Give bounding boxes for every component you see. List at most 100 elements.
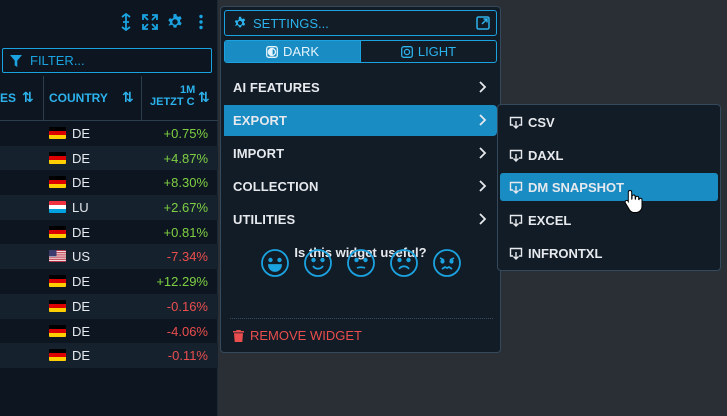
change-value: +0.75% xyxy=(163,126,208,141)
hand-cursor-icon xyxy=(624,189,643,213)
table-row[interactable]: DE +0.81% xyxy=(0,220,218,245)
more-vertical-icon[interactable] xyxy=(192,13,210,31)
export-daxl-item[interactable]: DAXL xyxy=(500,141,718,169)
export-dm-snapshot-item[interactable]: DM SNAPSHOT xyxy=(500,173,718,201)
filter-icon xyxy=(10,54,22,67)
happy-face-icon[interactable] xyxy=(303,248,333,278)
remove-widget-label: REMOVE WIDGET xyxy=(250,328,362,343)
neutral-face-icon[interactable] xyxy=(346,248,376,278)
menu-item-label: EXPORT xyxy=(233,113,288,128)
export-submenu: CSV DAXL DM SNAPSHOT EXCEL INFRONTXL xyxy=(497,104,721,271)
market-widget: FILTER... ES ⇅ COUNTRY ⇅ 1M JETZT C ⇅ DE… xyxy=(0,0,218,416)
table-row[interactable]: DE -0.16% xyxy=(0,293,218,319)
table-row[interactable]: DE +8.30% xyxy=(0,170,218,195)
change-value: +8.30% xyxy=(163,175,208,191)
chevron-right-icon xyxy=(479,114,487,126)
dark-theme-icon xyxy=(265,45,278,58)
light-theme-icon xyxy=(400,45,413,58)
table-row[interactable]: DE +0.75% xyxy=(0,121,218,146)
download-icon xyxy=(509,149,523,162)
flag-de-icon xyxy=(49,176,66,189)
flag-de-icon xyxy=(49,275,66,288)
widget-context-menu: SETTINGS... DARK LIGHT AI FEATURES EXPOR… xyxy=(220,6,501,353)
settings-label: SETTINGS... xyxy=(253,15,329,31)
filter-input[interactable]: FILTER... xyxy=(2,48,212,73)
angry-face-icon[interactable] xyxy=(432,248,462,278)
link-icon[interactable] xyxy=(117,13,135,31)
change-value: +12.29% xyxy=(156,274,208,290)
gear-icon[interactable] xyxy=(166,13,184,31)
flag-lu-icon xyxy=(49,201,66,214)
menu-item-label: UTILITIES xyxy=(233,212,296,227)
country-code: DE xyxy=(72,126,91,141)
menu-item-import[interactable]: IMPORT xyxy=(224,138,497,169)
theme-light-label: LIGHT xyxy=(417,44,457,59)
sad-face-icon[interactable] xyxy=(389,248,419,278)
gear-icon xyxy=(234,16,246,28)
submenu-item-label: CSV xyxy=(528,114,555,130)
feedback-rating xyxy=(260,248,480,280)
change-value: -0.11% xyxy=(167,348,208,364)
flag-de-icon xyxy=(49,299,66,312)
settings-button[interactable]: SETTINGS... xyxy=(224,10,497,36)
menu-item-export[interactable]: EXPORT xyxy=(224,105,497,136)
trash-icon xyxy=(233,329,244,342)
flag-de-icon xyxy=(49,225,66,238)
table-row[interactable]: DE -0.11% xyxy=(0,343,218,368)
country-code: DE xyxy=(72,298,91,314)
table-row[interactable]: DE +4.87% xyxy=(0,145,218,171)
country-code: LU xyxy=(72,200,89,216)
country-code: US xyxy=(72,249,91,265)
country-code: DE xyxy=(72,175,91,191)
menu-item-ai-features[interactable]: AI FEATURES xyxy=(224,72,497,103)
flag-us-icon xyxy=(49,250,66,263)
flag-de-icon xyxy=(49,151,66,164)
country-code: DE xyxy=(72,224,91,240)
change-value: -7.34% xyxy=(166,249,208,265)
change-value: -4.06% xyxy=(166,323,208,339)
flag-de-icon xyxy=(49,349,66,362)
change-value: +4.87% xyxy=(163,150,208,166)
column-header-es[interactable]: ES xyxy=(0,91,16,105)
download-icon xyxy=(509,116,523,129)
theme-light-option[interactable]: LIGHT xyxy=(360,41,496,62)
very-happy-face-icon[interactable] xyxy=(260,248,290,278)
change-value: -0.16% xyxy=(166,298,208,314)
country-code: DE xyxy=(72,348,91,364)
submenu-item-label: DM SNAPSHOT xyxy=(528,179,625,195)
flag-de-icon xyxy=(49,127,66,139)
country-code: DE xyxy=(72,150,91,166)
sort-icon[interactable]: ⇅ xyxy=(198,89,210,106)
menu-item-label: AI FEATURES xyxy=(233,80,320,95)
menu-item-collection[interactable]: COLLECTION xyxy=(224,171,497,202)
chevron-right-icon xyxy=(479,147,487,159)
country-code: DE xyxy=(72,274,91,290)
theme-dark-option[interactable]: DARK xyxy=(225,41,360,62)
column-header-jetzt[interactable]: JETZT C xyxy=(150,96,195,108)
table-row[interactable]: US -7.34% xyxy=(0,244,218,270)
sort-icon[interactable]: ⇅ xyxy=(22,89,34,106)
submenu-item-label: INFRONTXL xyxy=(528,245,603,261)
sort-icon[interactable]: ⇅ xyxy=(122,89,134,106)
menu-item-utilities[interactable]: UTILITIES xyxy=(224,204,497,235)
download-icon xyxy=(509,214,523,227)
column-header-1m[interactable]: 1M xyxy=(180,84,195,96)
column-header-country[interactable]: COUNTRY xyxy=(49,91,108,105)
country-code: DE xyxy=(72,323,91,339)
theme-dark-label: DARK xyxy=(282,44,320,59)
export-infrontxl-item[interactable]: INFRONTXL xyxy=(500,239,718,267)
table-row[interactable]: LU +2.67% xyxy=(0,195,218,220)
table-row[interactable]: DE -4.06% xyxy=(0,319,218,344)
external-link-icon[interactable] xyxy=(476,16,490,30)
table-row[interactable]: DE +12.29% xyxy=(0,269,218,294)
export-excel-item[interactable]: EXCEL xyxy=(500,206,718,234)
change-value: +2.67% xyxy=(163,200,208,216)
chevron-right-icon xyxy=(479,213,487,225)
widget-toolbar xyxy=(0,0,218,44)
remove-widget-button[interactable]: REMOVE WIDGET xyxy=(233,328,362,343)
theme-toggle: DARK LIGHT xyxy=(224,40,497,63)
export-csv-item[interactable]: CSV xyxy=(500,108,718,136)
expand-icon[interactable] xyxy=(141,13,159,31)
chevron-right-icon xyxy=(479,81,487,93)
submenu-item-label: EXCEL xyxy=(528,212,572,228)
